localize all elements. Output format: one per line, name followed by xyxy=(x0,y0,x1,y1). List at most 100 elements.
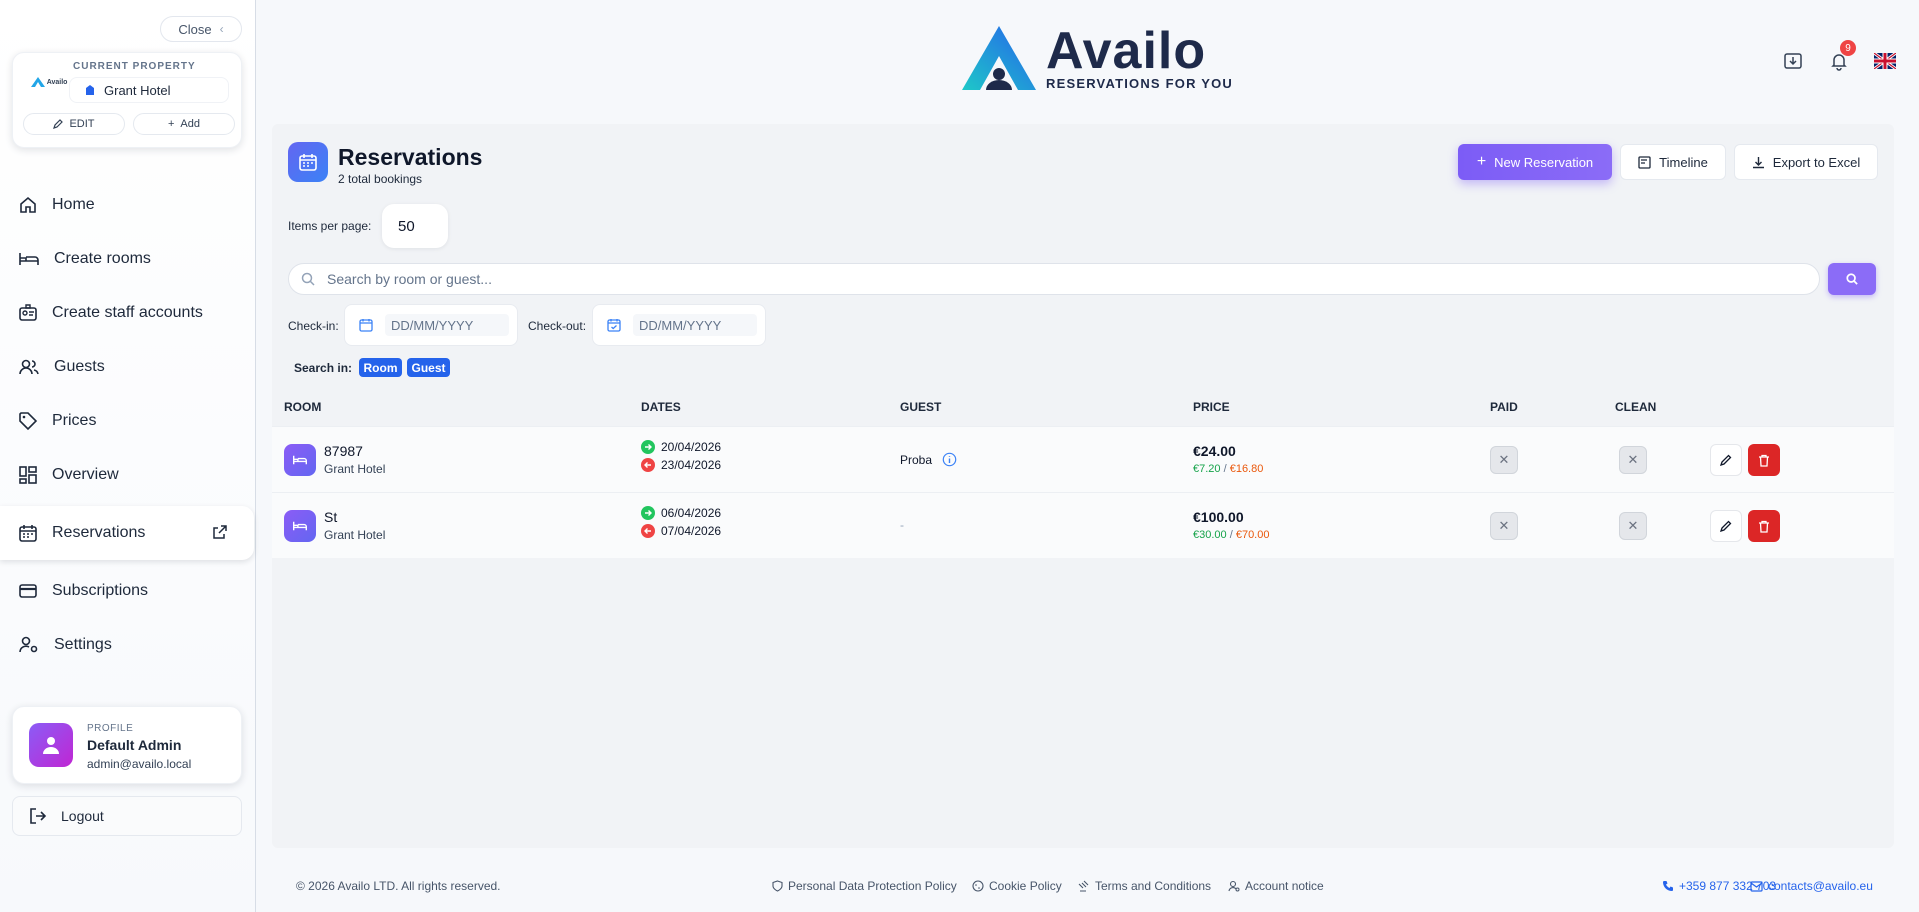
table-row[interactable]: 87987 Grant Hotel 20/04/2026 23/04/2026 … xyxy=(272,426,1894,492)
timeline-icon xyxy=(1638,155,1651,169)
logout-button[interactable]: Logout xyxy=(12,796,242,836)
new-reservation-button[interactable]: + New Reservation xyxy=(1458,144,1612,180)
table-row[interactable]: St Grant Hotel 06/04/2026 07/04/2026 - €… xyxy=(272,492,1894,558)
items-per-page-select[interactable]: 50 xyxy=(382,204,448,248)
clean-toggle[interactable]: ✕ xyxy=(1619,512,1647,540)
price-total: €24.00 xyxy=(1193,443,1236,459)
room-icon xyxy=(284,444,316,476)
language-selector[interactable] xyxy=(1868,44,1902,78)
account-notice-link[interactable]: Account notice xyxy=(1228,879,1324,893)
timeline-button[interactable]: Timeline xyxy=(1620,144,1726,180)
x-icon: ✕ xyxy=(1627,518,1639,533)
terms-link[interactable]: Terms and Conditions xyxy=(1078,879,1211,893)
notifications-button[interactable]: 9 xyxy=(1822,40,1856,78)
privacy-policy-link[interactable]: Personal Data Protection Policy xyxy=(772,879,957,893)
sidebar-item-guests[interactable]: Guests xyxy=(0,340,256,394)
credit-card-icon xyxy=(19,584,37,598)
sidebar-item-label: Reservations xyxy=(52,524,146,541)
close-sidebar-button[interactable]: Close ‹ xyxy=(160,16,242,42)
profile-label: PROFILE xyxy=(87,723,134,734)
guest-name: Proba xyxy=(900,452,933,467)
x-icon: ✕ xyxy=(1498,518,1510,533)
brand-name: Availo xyxy=(1046,21,1207,80)
search-button[interactable] xyxy=(1828,263,1876,295)
install-app-button[interactable] xyxy=(1776,44,1810,78)
copyright: © 2026 Availo LTD. All rights reserved. xyxy=(296,879,501,893)
column-header-paid: PAID xyxy=(1490,400,1518,414)
user-icon xyxy=(43,737,59,754)
search-input[interactable]: Search by room or guest... xyxy=(288,263,1820,295)
column-header-clean: CLEAN xyxy=(1615,400,1657,414)
checkin-date-text: 20/04/2026 xyxy=(661,440,722,454)
calendar-icon xyxy=(19,525,37,542)
users-icon xyxy=(19,359,39,375)
sidebar-item-settings[interactable]: Settings xyxy=(0,618,256,672)
search-in-guest-chip[interactable]: Guest xyxy=(407,358,450,377)
logout-label: Logout xyxy=(61,808,104,824)
paid-toggle[interactable]: ✕ xyxy=(1490,446,1518,474)
clean-toggle[interactable]: ✕ xyxy=(1619,446,1647,474)
guest-name: - xyxy=(900,518,904,532)
profile-card[interactable]: PROFILE Default Admin admin@availo.local xyxy=(12,706,242,784)
sidebar-item-create-staff-accounts[interactable]: Create staff accounts xyxy=(0,286,256,340)
price-total: €100.00 xyxy=(1193,509,1244,525)
sidebar-item-reservations[interactable]: Reservations xyxy=(0,506,254,560)
privacy-policy-label: Personal Data Protection Policy xyxy=(788,879,957,893)
arrow-left-icon xyxy=(641,458,655,472)
cookie-policy-link[interactable]: Cookie Policy xyxy=(972,879,1062,893)
download-icon xyxy=(1784,53,1802,69)
checkout-date-field[interactable]: DD/MM/YYYY xyxy=(592,304,766,346)
arrow-right-icon xyxy=(641,506,655,520)
search-placeholder: Search by room or guest... xyxy=(327,271,492,287)
property-selector[interactable]: Grant Hotel xyxy=(69,77,229,103)
checkout-date-text: 07/04/2026 xyxy=(661,524,722,538)
sidebar-item-subscriptions[interactable]: Subscriptions xyxy=(0,564,256,618)
checkin-date-text: 06/04/2026 xyxy=(661,506,722,520)
sidebar-item-home[interactable]: Home xyxy=(0,178,256,232)
building-icon xyxy=(86,85,94,95)
sidebar-item-create-rooms[interactable]: Create rooms xyxy=(0,232,256,286)
property-logo-text: Availo xyxy=(46,78,68,86)
uk-flag-icon xyxy=(1874,53,1896,69)
export-excel-button[interactable]: Export to Excel xyxy=(1734,144,1878,180)
edit-reservation-button[interactable] xyxy=(1710,444,1742,476)
email-link[interactable]: contacts@availo.eu xyxy=(1750,879,1873,893)
delete-reservation-button[interactable] xyxy=(1748,510,1780,542)
pencil-icon xyxy=(1720,454,1732,466)
add-property-button[interactable]: + Add xyxy=(133,113,235,135)
external-link-icon[interactable] xyxy=(212,524,228,540)
edit-reservation-button[interactable] xyxy=(1710,510,1742,542)
trash-icon xyxy=(1759,454,1769,467)
column-header-price: PRICE xyxy=(1193,400,1230,414)
search-in-room-chip[interactable]: Room xyxy=(359,358,402,377)
sidebar-item-label: Guests xyxy=(54,358,105,375)
delete-reservation-button[interactable] xyxy=(1748,444,1780,476)
price-split-commission: €30.00 xyxy=(1193,529,1227,541)
notification-badge: 9 xyxy=(1840,40,1856,56)
items-per-page-label: Items per page: xyxy=(288,219,372,233)
mail-icon xyxy=(1750,880,1763,892)
column-header-dates: DATES xyxy=(641,400,681,414)
profile-email: admin@availo.local xyxy=(87,757,192,771)
sidebar-item-label: Home xyxy=(52,196,95,213)
dashboard-icon xyxy=(19,466,37,484)
sidebar: Close ‹ Availo CURRENT PROPERTY Grant Ho… xyxy=(0,0,256,912)
bed-icon xyxy=(293,455,307,465)
checkout-label: Check-out: xyxy=(528,319,587,333)
price-split: €7.20 / €16.80 xyxy=(1193,463,1263,475)
sidebar-item-label: Settings xyxy=(54,636,112,653)
info-icon[interactable] xyxy=(942,452,957,467)
checkin-date-field[interactable]: DD/MM/YYYY xyxy=(344,304,518,346)
search-icon xyxy=(301,272,315,286)
edit-property-button[interactable]: EDIT xyxy=(23,113,125,135)
checkin-date: 06/04/2026 xyxy=(641,506,721,520)
gavel-icon xyxy=(1078,880,1089,892)
reservations-panel: Reservations 2 total bookings + New Rese… xyxy=(272,124,1894,848)
page-title: Reservations xyxy=(338,144,483,170)
sidebar-item-prices[interactable]: Prices xyxy=(0,394,256,448)
arrow-right-icon xyxy=(641,440,655,454)
sidebar-item-overview[interactable]: Overview xyxy=(0,448,256,502)
paid-toggle[interactable]: ✕ xyxy=(1490,512,1518,540)
timeline-label: Timeline xyxy=(1659,154,1708,170)
room-number: 87987 xyxy=(324,443,363,459)
